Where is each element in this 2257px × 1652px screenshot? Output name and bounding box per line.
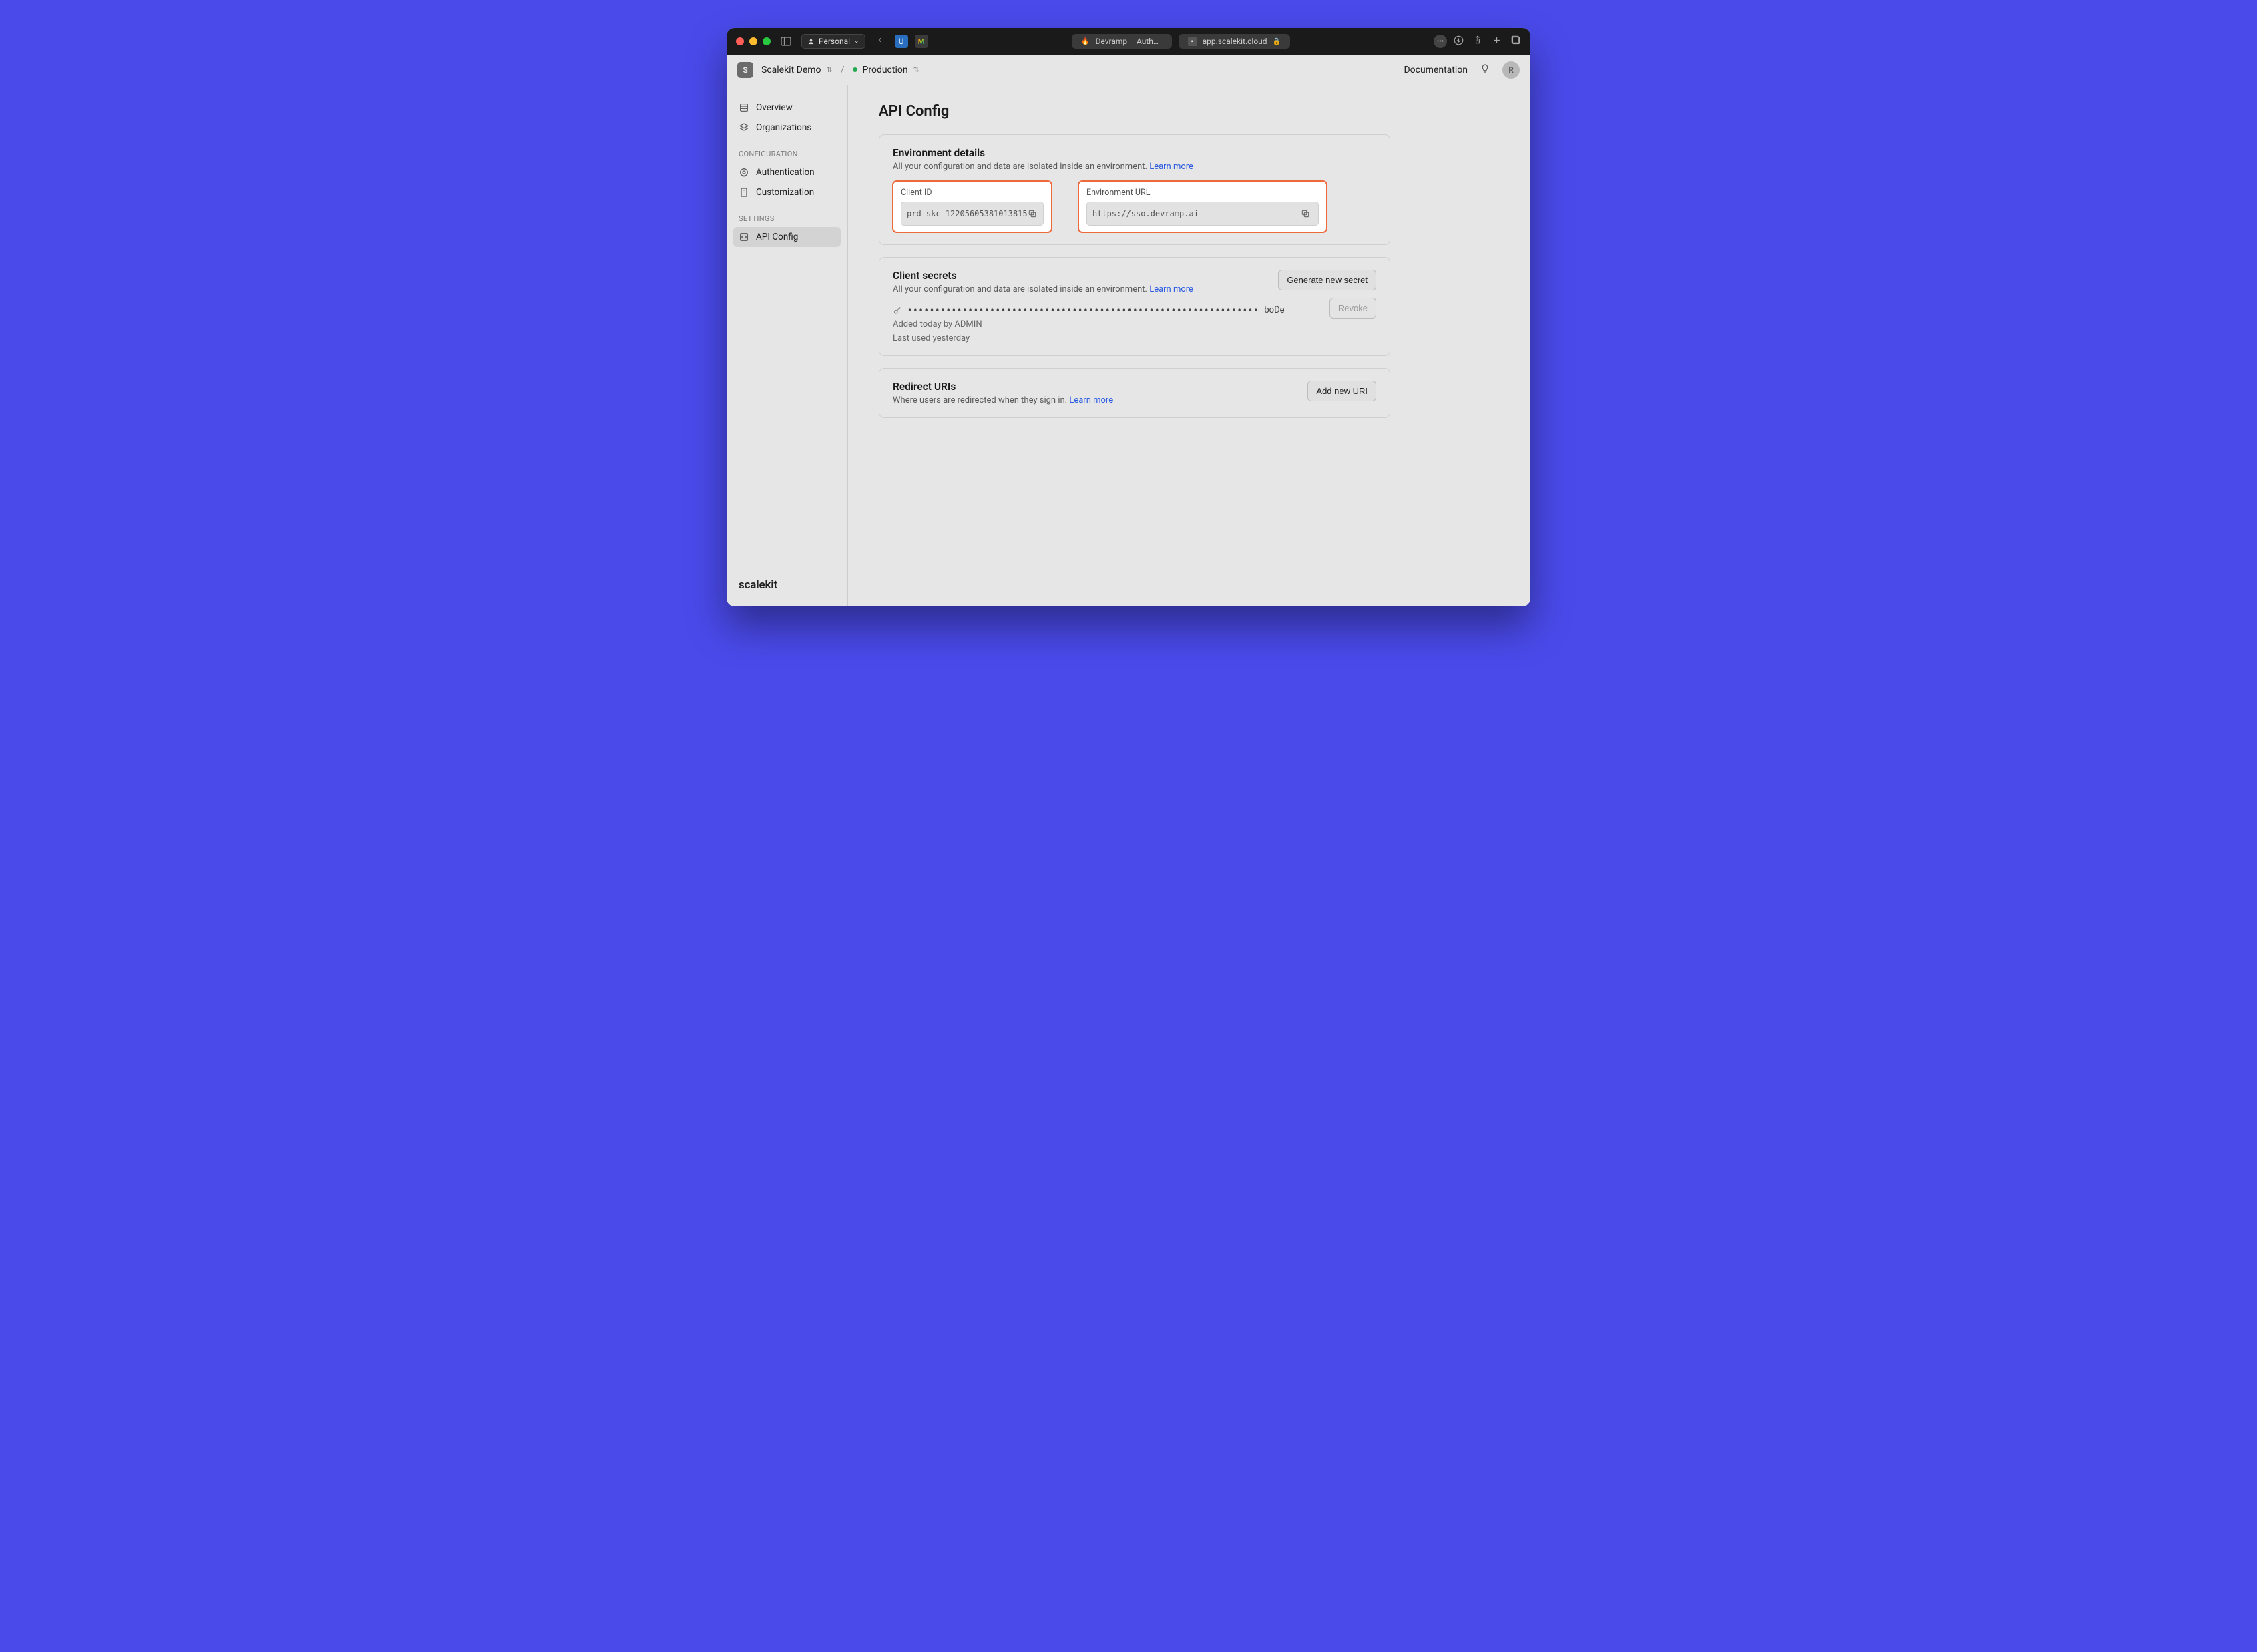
secret-suffix: boDe bbox=[1264, 305, 1284, 315]
sidebar-item-label: API Config bbox=[756, 232, 798, 242]
sidebar-item-customization[interactable]: Customization bbox=[733, 182, 841, 202]
main-content: API Config Environment details All your … bbox=[848, 85, 1530, 606]
environment-details-card: Environment details All your configurati… bbox=[879, 134, 1390, 245]
brand-logo: scalekit bbox=[733, 573, 841, 597]
sidebar-item-organizations[interactable]: Organizations bbox=[733, 118, 841, 138]
sidebar-heading-settings: SETTINGS bbox=[733, 202, 841, 227]
sidebar-toggle-icon[interactable] bbox=[777, 34, 795, 49]
secret-added-meta: Added today by ADMIN bbox=[893, 319, 1376, 329]
chevron-updown-icon: ⇅ bbox=[913, 65, 919, 74]
profile-switcher[interactable]: Personal ⌄ bbox=[801, 34, 865, 49]
site-icon: ▪ bbox=[1188, 37, 1197, 46]
sidebar-item-label: Overview bbox=[756, 102, 793, 113]
copy-env-url-button[interactable] bbox=[1298, 206, 1313, 221]
close-window-button[interactable] bbox=[736, 37, 744, 45]
minimize-window-button[interactable] bbox=[749, 37, 757, 45]
tab-overview-icon[interactable] bbox=[1511, 35, 1521, 48]
sidebar-item-authentication[interactable]: Authentication bbox=[733, 162, 841, 182]
browser-window: Personal ⌄ U M 🔥 Devramp – Auth… ▪ app.s… bbox=[727, 28, 1530, 606]
learn-more-link[interactable]: Learn more bbox=[1069, 395, 1113, 405]
chevron-down-icon: ⌄ bbox=[854, 38, 859, 45]
card-subtitle: All your configuration and data are isol… bbox=[893, 284, 1193, 294]
card-subtitle: Where users are redirected when they sig… bbox=[893, 395, 1113, 405]
page-title: API Config bbox=[879, 103, 1500, 120]
env-status-dot bbox=[853, 67, 857, 72]
add-uri-button[interactable]: Add new URI bbox=[1307, 381, 1376, 401]
client-id-value: prd_skc_12205605381013815 bbox=[907, 209, 1028, 218]
sidebar-item-label: Customization bbox=[756, 187, 814, 198]
secret-lastused-meta: Last used yesterday bbox=[893, 333, 1376, 343]
profile-label: Personal bbox=[819, 37, 850, 46]
maximize-window-button[interactable] bbox=[763, 37, 771, 45]
redirect-uris-card: Redirect URIs Where users are redirected… bbox=[879, 368, 1390, 418]
downloads-icon[interactable] bbox=[1454, 35, 1464, 48]
sidebar: Overview Organizations CONFIGURATION Aut… bbox=[727, 85, 848, 606]
generate-secret-button[interactable]: Generate new secret bbox=[1278, 270, 1376, 290]
env-url-input: https://sso.devramp.ai bbox=[1086, 202, 1319, 226]
sidebar-item-label: Authentication bbox=[756, 167, 815, 178]
learn-more-link[interactable]: Learn more bbox=[1149, 162, 1193, 172]
client-secrets-card: Client secrets All your configuration an… bbox=[879, 257, 1390, 356]
card-subtitle: All your configuration and data are isol… bbox=[893, 162, 1376, 172]
field-label: Client ID bbox=[901, 188, 1044, 198]
app-body: Overview Organizations CONFIGURATION Aut… bbox=[727, 85, 1530, 606]
client-id-field: Client ID prd_skc_12205605381013815 bbox=[893, 181, 1052, 232]
tab-label: Devramp – Auth… bbox=[1096, 37, 1163, 46]
learn-more-link[interactable]: Learn more bbox=[1149, 284, 1193, 294]
share-icon[interactable] bbox=[1473, 35, 1482, 48]
traffic-lights bbox=[736, 37, 771, 45]
org-badge: S bbox=[737, 62, 753, 78]
browser-tab-1[interactable]: 🔥 Devramp – Auth… bbox=[1072, 34, 1172, 49]
secret-masked: ••••••••••••••••••••••••••••••••••••••••… bbox=[907, 306, 1259, 315]
new-tab-icon[interactable] bbox=[1492, 35, 1502, 48]
card-title: Client secrets bbox=[893, 270, 1193, 282]
browser-tab-active[interactable]: ▪ app.scalekit.cloud 🔒 bbox=[1179, 34, 1290, 49]
secret-entry: ••••••••••••••••••••••••••••••••••••••••… bbox=[893, 305, 1376, 315]
environment-url-field: Environment URL https://sso.devramp.ai bbox=[1078, 181, 1327, 232]
extensions-menu[interactable]: ••• bbox=[1434, 35, 1447, 48]
app-header: S Scalekit Demo ⇅ / Production ⇅ Documen… bbox=[727, 55, 1530, 85]
extension-icon-gmail[interactable]: M bbox=[915, 35, 928, 48]
documentation-link[interactable]: Documentation bbox=[1404, 65, 1468, 75]
env-name: Production bbox=[863, 65, 908, 75]
titlebar: Personal ⌄ U M 🔥 Devramp – Auth… ▪ app.s… bbox=[727, 28, 1530, 55]
sidebar-item-api-config[interactable]: API Config bbox=[733, 227, 841, 247]
client-id-input: prd_skc_12205605381013815 bbox=[901, 202, 1044, 226]
env-switcher[interactable]: Production ⇅ bbox=[853, 65, 919, 75]
tabs-area: 🔥 Devramp – Auth… ▪ app.scalekit.cloud 🔒 bbox=[935, 34, 1427, 49]
env-url-value: https://sso.devramp.ai bbox=[1092, 209, 1199, 218]
sidebar-item-label: Organizations bbox=[756, 122, 811, 133]
fire-icon: 🔥 bbox=[1081, 37, 1090, 46]
org-switcher[interactable]: Scalekit Demo ⇅ bbox=[761, 65, 833, 75]
user-avatar[interactable]: R bbox=[1502, 61, 1520, 79]
lightbulb-icon[interactable] bbox=[1480, 63, 1490, 77]
chevron-updown-icon: ⇅ bbox=[827, 65, 833, 74]
org-name: Scalekit Demo bbox=[761, 65, 821, 75]
copy-client-id-button[interactable] bbox=[1028, 206, 1038, 221]
breadcrumb-separator: / bbox=[841, 65, 845, 75]
field-label: Environment URL bbox=[1086, 188, 1319, 198]
back-button[interactable] bbox=[872, 36, 888, 47]
revoke-secret-button[interactable]: Revoke bbox=[1329, 298, 1376, 319]
extension-icon-1[interactable]: U bbox=[895, 35, 908, 48]
card-title: Environment details bbox=[893, 147, 1376, 159]
card-title: Redirect URIs bbox=[893, 381, 1113, 393]
sidebar-heading-configuration: CONFIGURATION bbox=[733, 138, 841, 162]
address-text: app.scalekit.cloud bbox=[1203, 37, 1267, 46]
key-icon bbox=[893, 306, 902, 315]
sidebar-item-overview[interactable]: Overview bbox=[733, 97, 841, 118]
lock-icon: 🔒 bbox=[1273, 38, 1281, 45]
